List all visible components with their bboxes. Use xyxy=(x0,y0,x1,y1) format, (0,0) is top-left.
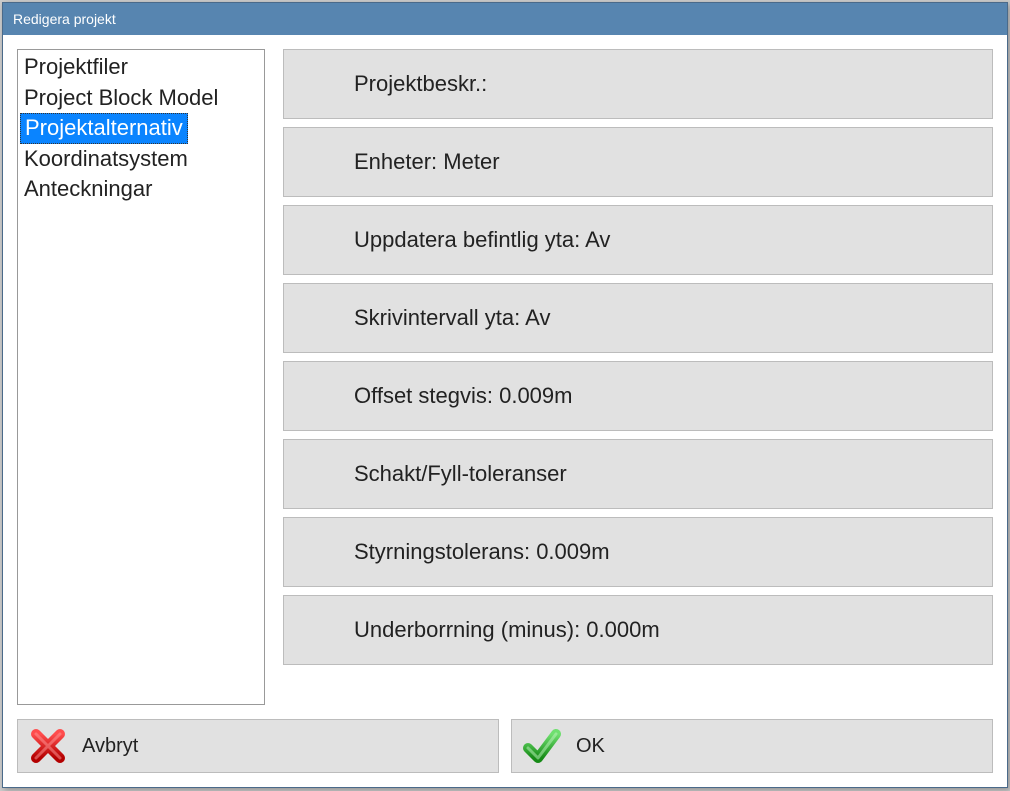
ok-check-icon xyxy=(522,726,562,766)
titlebar: Redigera projekt xyxy=(3,3,1007,35)
setting-projektbeskr[interactable]: Projektbeskr.: xyxy=(283,49,993,119)
sidebar-item-label: Anteckningar xyxy=(24,176,152,201)
sidebar-item-anteckningar[interactable]: Anteckningar xyxy=(18,174,264,205)
window-title: Redigera projekt xyxy=(13,11,116,27)
sidebar: Projektfiler Project Block Model Projekt… xyxy=(17,49,265,705)
sidebar-item-projektfiler[interactable]: Projektfiler xyxy=(18,52,264,83)
settings-panel: Projektbeskr.: Enheter: Meter Uppdatera … xyxy=(283,49,993,705)
sidebar-item-projektalternativ[interactable]: Projektalternativ xyxy=(20,113,188,144)
cancel-x-icon xyxy=(28,726,68,766)
setting-styrningstolerans[interactable]: Styrningstolerans: 0.009m xyxy=(283,517,993,587)
content-area: Projektfiler Project Block Model Projekt… xyxy=(3,35,1007,787)
cancel-button-label: Avbryt xyxy=(82,735,138,758)
footer: Avbryt OK xyxy=(17,719,993,773)
sidebar-item-label: Koordinatsystem xyxy=(24,146,188,171)
setting-skrivintervall-yta[interactable]: Skrivintervall yta: Av xyxy=(283,283,993,353)
setting-schakt-fyll-toleranser[interactable]: Schakt/Fyll-toleranser xyxy=(283,439,993,509)
setting-enheter[interactable]: Enheter: Meter xyxy=(283,127,993,197)
sidebar-item-label: Projektfiler xyxy=(24,54,128,79)
setting-label: Offset stegvis: 0.009m xyxy=(354,383,572,409)
ok-button[interactable]: OK xyxy=(511,719,993,773)
ok-button-label: OK xyxy=(576,735,605,758)
setting-label: Skrivintervall yta: Av xyxy=(354,305,550,331)
main-row: Projektfiler Project Block Model Projekt… xyxy=(17,49,993,705)
sidebar-item-project-block-model[interactable]: Project Block Model xyxy=(18,83,264,114)
setting-label: Projektbeskr.: xyxy=(354,71,487,97)
sidebar-item-koordinatsystem[interactable]: Koordinatsystem xyxy=(18,144,264,175)
setting-label: Enheter: Meter xyxy=(354,149,500,175)
sidebar-item-label: Project Block Model xyxy=(24,85,218,110)
setting-label: Schakt/Fyll-toleranser xyxy=(354,461,567,487)
setting-underborrning[interactable]: Underborrning (minus): 0.000m xyxy=(283,595,993,665)
cancel-button[interactable]: Avbryt xyxy=(17,719,499,773)
sidebar-item-label: Projektalternativ xyxy=(25,115,183,140)
setting-label: Uppdatera befintlig yta: Av xyxy=(354,227,610,253)
window: Redigera projekt Projektfiler Project Bl… xyxy=(2,2,1008,788)
setting-label: Styrningstolerans: 0.009m xyxy=(354,539,610,565)
setting-label: Underborrning (minus): 0.000m xyxy=(354,617,660,643)
setting-offset-stegvis[interactable]: Offset stegvis: 0.009m xyxy=(283,361,993,431)
setting-uppdatera-befintlig-yta[interactable]: Uppdatera befintlig yta: Av xyxy=(283,205,993,275)
